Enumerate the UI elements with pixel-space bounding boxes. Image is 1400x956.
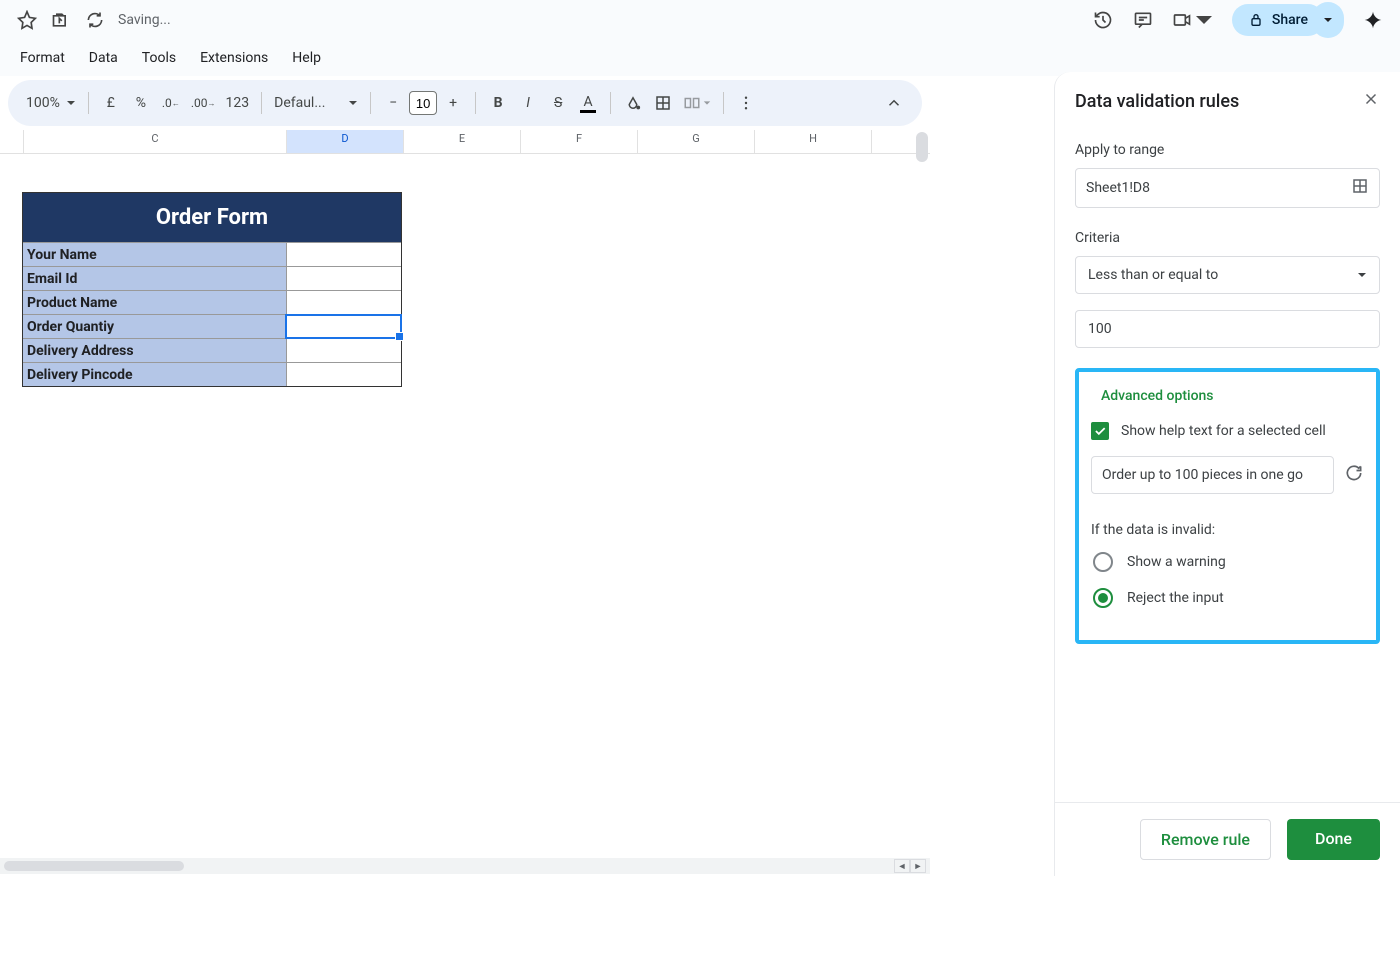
- help-text-input[interactable]: Order up to 100 pieces in one go: [1091, 456, 1334, 494]
- text-color-button[interactable]: A: [574, 88, 602, 118]
- radio-warning-label: Show a warning: [1127, 554, 1226, 570]
- menubar: Format Data Tools Extensions Help: [0, 40, 1400, 76]
- more-formats-button[interactable]: 123: [222, 88, 254, 118]
- data-validation-panel: Data validation rules Apply to range She…: [1054, 72, 1400, 876]
- col-header-d[interactable]: D: [287, 130, 404, 153]
- more-button[interactable]: [732, 88, 760, 118]
- radio-reject-label: Reject the input: [1127, 590, 1224, 606]
- panel-title: Data validation rules: [1075, 91, 1239, 112]
- share-dropdown[interactable]: [1312, 2, 1344, 38]
- row-label: Your Name: [23, 243, 287, 266]
- row-label: Email Id: [23, 267, 287, 290]
- row-label: Product Name: [23, 291, 287, 314]
- decrease-font-button[interactable]: −: [379, 88, 407, 118]
- row-value[interactable]: [287, 291, 401, 314]
- collapse-toolbar-button[interactable]: [880, 88, 908, 118]
- row-label: Delivery Pincode: [23, 363, 287, 386]
- range-value: Sheet1!D8: [1086, 180, 1351, 196]
- column-headers: C D E F G H: [0, 130, 930, 154]
- font-name-value: Defaul...: [274, 95, 340, 111]
- advanced-options-title: Advanced options: [1101, 388, 1364, 404]
- row-value[interactable]: [287, 363, 401, 386]
- advanced-options-box: Advanced options Show help text for a se…: [1075, 368, 1380, 644]
- menu-extensions[interactable]: Extensions: [190, 44, 278, 72]
- decrease-decimal-button[interactable]: .0←: [157, 88, 185, 118]
- help-text-checkbox[interactable]: [1091, 422, 1109, 440]
- horizontal-scrollbar[interactable]: ◄ ►: [0, 858, 930, 874]
- scroll-right-icon[interactable]: ►: [910, 859, 926, 873]
- vertical-scrollbar[interactable]: [916, 132, 928, 162]
- done-button[interactable]: Done: [1287, 819, 1380, 860]
- strikethrough-button[interactable]: S: [544, 88, 572, 118]
- invalid-data-label: If the data is invalid:: [1091, 522, 1364, 538]
- bold-button[interactable]: B: [484, 88, 512, 118]
- table-row: Email Id: [23, 266, 401, 290]
- menu-format[interactable]: Format: [10, 44, 75, 72]
- font-family-dropdown[interactable]: Defaul...: [270, 88, 362, 118]
- row-value[interactable]: [287, 339, 401, 362]
- remove-rule-button[interactable]: Remove rule: [1140, 819, 1271, 860]
- titlebar: Saving... Share: [0, 0, 1400, 40]
- share-label: Share: [1272, 12, 1308, 28]
- row-value[interactable]: [287, 243, 401, 266]
- star-icon[interactable]: [16, 9, 38, 31]
- cloud-sync-icon[interactable]: [84, 9, 106, 31]
- fill-color-button[interactable]: [619, 88, 647, 118]
- col-header-c[interactable]: C: [24, 130, 287, 153]
- row-label: Order Quantiy: [23, 315, 287, 338]
- corner-cell[interactable]: [0, 130, 24, 153]
- col-header-h[interactable]: H: [755, 130, 872, 153]
- borders-button[interactable]: [649, 88, 677, 118]
- close-icon[interactable]: [1362, 90, 1380, 112]
- radio-show-warning[interactable]: [1093, 552, 1113, 572]
- zoom-dropdown[interactable]: 100%: [22, 88, 80, 118]
- comment-icon[interactable]: [1132, 9, 1154, 31]
- saving-status: Saving...: [118, 12, 171, 28]
- menu-data[interactable]: Data: [79, 44, 128, 72]
- grid-icon[interactable]: [1351, 177, 1369, 199]
- help-text-value: Order up to 100 pieces in one go: [1102, 467, 1303, 483]
- currency-button[interactable]: £: [97, 88, 125, 118]
- order-form-table: Order Form Your Name Email Id Product Na…: [22, 192, 402, 387]
- font-size-input[interactable]: [409, 91, 437, 115]
- scroll-left-icon[interactable]: ◄: [894, 859, 910, 873]
- gemini-icon[interactable]: [1362, 9, 1384, 31]
- scrollbar-thumb[interactable]: [4, 861, 184, 871]
- range-input[interactable]: Sheet1!D8: [1075, 168, 1380, 208]
- row-value[interactable]: [287, 267, 401, 290]
- menu-tools[interactable]: Tools: [132, 44, 186, 72]
- order-form-title: Order Form: [23, 193, 401, 242]
- increase-font-button[interactable]: +: [439, 88, 467, 118]
- radio-reject-input[interactable]: [1093, 588, 1113, 608]
- apply-range-label: Apply to range: [1075, 142, 1380, 158]
- help-text-label: Show help text for a selected cell: [1121, 423, 1326, 439]
- col-header-e[interactable]: E: [404, 130, 521, 153]
- percent-button[interactable]: %: [127, 88, 155, 118]
- criteria-label: Criteria: [1075, 230, 1380, 246]
- row-label: Delivery Address: [23, 339, 287, 362]
- criteria-value: Less than or equal to: [1088, 267, 1218, 283]
- move-icon[interactable]: [50, 9, 72, 31]
- zoom-value: 100%: [26, 95, 60, 111]
- criteria-number-value: 100: [1088, 321, 1112, 337]
- toolbar: 100% £ % .0← .00→ 123 Defaul... − + B I …: [8, 80, 922, 126]
- criteria-number-input[interactable]: 100: [1075, 310, 1380, 348]
- refresh-icon[interactable]: [1344, 463, 1364, 487]
- increase-decimal-button[interactable]: .00→: [187, 88, 220, 118]
- merge-button[interactable]: [679, 88, 715, 118]
- history-icon[interactable]: [1092, 9, 1114, 31]
- table-row: Your Name: [23, 242, 401, 266]
- table-row: Delivery Pincode: [23, 362, 401, 386]
- meet-icon[interactable]: [1172, 9, 1214, 31]
- selected-cell[interactable]: [285, 314, 402, 339]
- menu-help[interactable]: Help: [282, 44, 331, 72]
- table-row: Delivery Address: [23, 338, 401, 362]
- italic-button[interactable]: I: [514, 88, 542, 118]
- col-header-f[interactable]: F: [521, 130, 638, 153]
- col-header-g[interactable]: G: [638, 130, 755, 153]
- table-row: Product Name: [23, 290, 401, 314]
- criteria-dropdown[interactable]: Less than or equal to: [1075, 256, 1380, 294]
- share-button[interactable]: Share: [1232, 4, 1324, 36]
- sheet-area[interactable]: C D E F G H Order Form Your Name Email I…: [0, 130, 930, 956]
